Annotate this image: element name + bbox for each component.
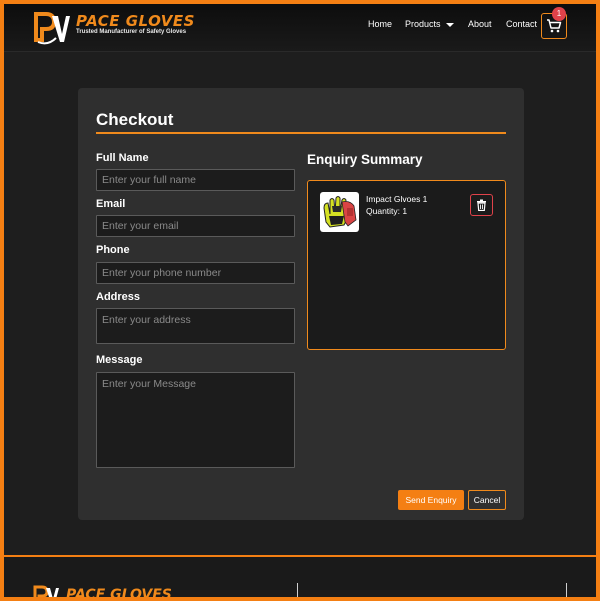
footer-logo-icon [33, 585, 59, 597]
trash-icon [477, 199, 486, 211]
caret-down-icon [445, 22, 454, 27]
glove-product-image [320, 192, 359, 232]
title-divider [96, 132, 506, 134]
brand-name[interactable]: PACE GLOVES [76, 12, 195, 30]
email-input[interactable] [96, 215, 295, 237]
page: PACE GLOVES Trusted Manufacturer of Safe… [4, 4, 596, 597]
nav-about-link[interactable]: About [468, 19, 492, 29]
phone-label: Phone [96, 244, 130, 256]
message-label: Message [96, 354, 143, 366]
footer-brand-name: PACE GLOVES [66, 587, 172, 597]
pace-logo-icon[interactable] [32, 8, 72, 46]
enquiry-summary-box: Impact Glvoes 1 Quantity: 1 [307, 180, 506, 350]
phone-input[interactable] [96, 262, 295, 284]
nav-contact-link[interactable]: Contact [506, 19, 537, 29]
navbar: PACE GLOVES Trusted Manufacturer of Safe… [4, 4, 596, 52]
cancel-button[interactable]: Cancel [468, 490, 506, 510]
footer: PACE GLOVES [4, 555, 596, 597]
send-enquiry-button[interactable]: Send Enquiry [398, 490, 464, 510]
email-label: Email [96, 198, 126, 210]
nav-products-label: Products [405, 19, 441, 29]
cart-count-badge: 1 [552, 7, 566, 21]
nav-home-link[interactable]: Home [368, 19, 392, 29]
full-name-input[interactable] [96, 169, 295, 191]
nav-products-dropdown[interactable]: Products [405, 19, 454, 29]
checkout-title: Checkout [96, 110, 174, 129]
checkout-card: Checkout Full Name Email Phone Address M… [78, 88, 524, 520]
address-textarea[interactable] [96, 308, 295, 344]
summary-item-quantity: Quantity: 1 [366, 206, 408, 216]
full-name-label: Full Name [96, 152, 149, 164]
summary-item-name: Impact Glvoes 1 [366, 194, 428, 204]
address-label: Address [96, 291, 141, 303]
brand-tagline: Trusted Manufacturer of Safety Gloves [76, 29, 187, 35]
enquiry-summary-title: Enquiry Summary [307, 152, 423, 167]
footer-divider [297, 583, 298, 597]
message-textarea[interactable] [96, 372, 295, 468]
footer-divider [566, 583, 567, 597]
delete-item-button[interactable] [470, 194, 493, 216]
